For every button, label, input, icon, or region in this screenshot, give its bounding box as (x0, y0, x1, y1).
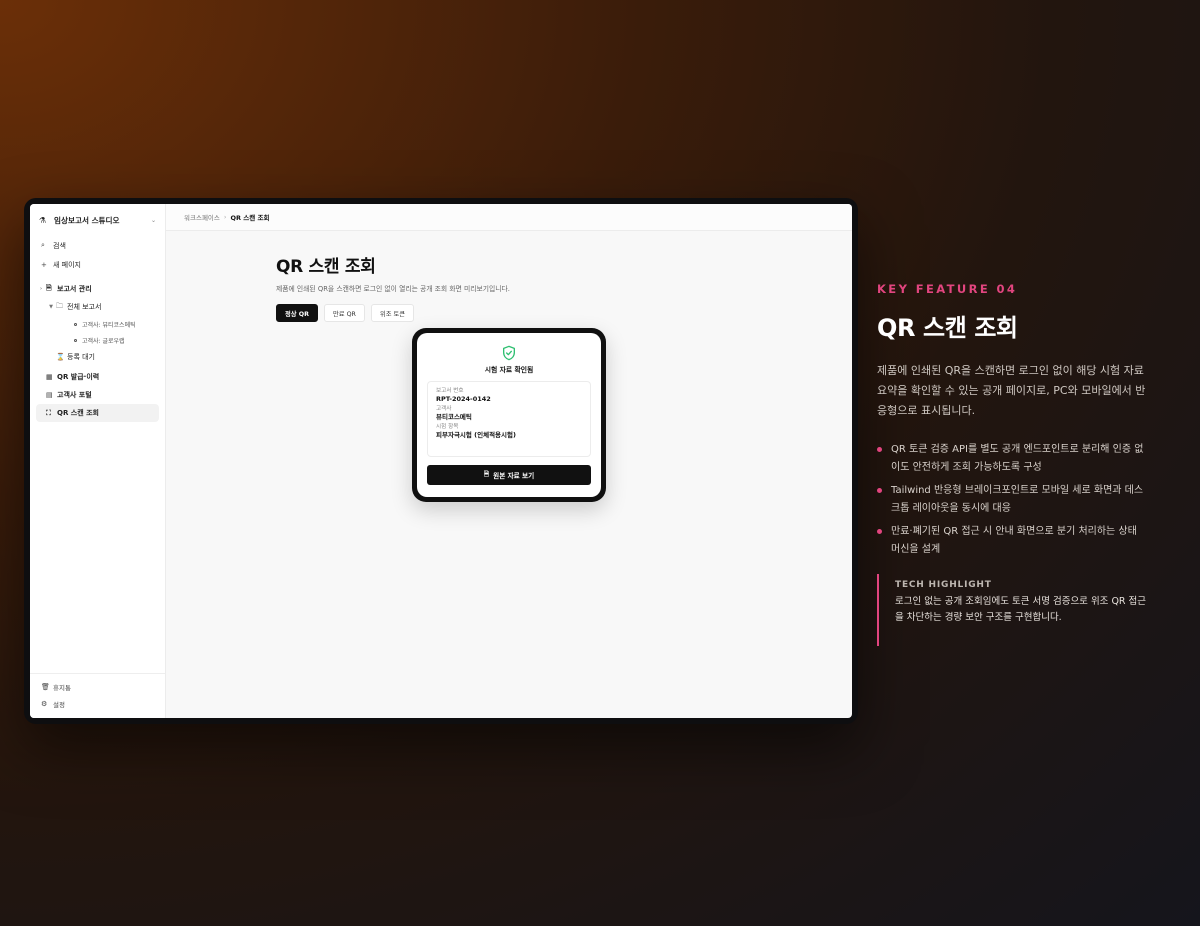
page-description: 제품에 인쇄된 QR을 스캔하면 로그인 없이 열리는 공개 조회 화면 미리보… (276, 285, 510, 293)
list-item: 만료·폐기된 QR 접근 시 안내 화면으로 분기 처리하는 상태 머신을 설계 (877, 523, 1147, 559)
sidebar-item-label: 보고서 관리 (57, 285, 92, 293)
chevron-right-icon: › (39, 286, 43, 292)
new-page-nav[interactable]: + 새 페이지 (30, 255, 165, 274)
sidebar-item-label: 설정 (53, 700, 65, 709)
search-label: 검색 (53, 241, 66, 250)
tab-expired-qr[interactable]: 만료 QR (323, 304, 365, 322)
test-item: 피부자극시험 (인체적용시험) (436, 431, 516, 439)
sidebar-item-client-beauty[interactable]: 고객사: 뷰티코스메틱 (36, 316, 159, 332)
verification-card: 시험 자료 확인됨 보고서 번호 RPT-2024-0142 고객사 뷰티코스메… (417, 333, 601, 497)
shield-check-icon (503, 345, 515, 361)
sidebar-item-label: 전체 보고서 (67, 303, 102, 311)
app-screen: ⚗ 임상보고서 스튜디오 ⌄ ⌕ 검색 + 새 페이지 › 🗎 보고서 관리 ▼ (30, 204, 852, 718)
list-item: QR 토큰 검증 API를 별도 공개 엔드포인트로 분리해 인증 없이도 안전… (877, 441, 1147, 477)
feature-panel: KEY FEATURE 04 QR 스캔 조회 제품에 인쇄된 QR을 스캔하면… (877, 282, 1147, 646)
breadcrumb-root[interactable]: 워크스페이스 (184, 212, 220, 222)
breadcrumb: 워크스페이스 › QR 스캔 조회 (166, 204, 852, 231)
feature-kicker: KEY FEATURE 04 (877, 282, 1018, 296)
main-area: 워크스페이스 › QR 스캔 조회 QR 스캔 조회 제품에 인쇄된 QR을 스… (166, 204, 852, 718)
sidebar-item-label: 등록 대기 (67, 353, 95, 361)
sidebar-item-client-portal[interactable]: ▤ 고객사 포털 (36, 386, 159, 404)
feature-title: QR 스캔 조회 (877, 314, 1018, 342)
sidebar-item-label: QR 발급·이력 (57, 373, 100, 381)
highlight-text: 로그인 없는 공개 조회임에도 토큰 서명 검증으로 위조 QR 접근을 차단하… (895, 596, 1147, 623)
trash-icon: 🗑 (41, 682, 50, 691)
sidebar-item-report-mgmt[interactable]: › 🗎 보고서 관리 (36, 280, 159, 298)
scan-icon: ⛶ (46, 408, 51, 417)
scenario-tabs: 정상 QR 만료 QR 위조 토큰 (276, 304, 696, 322)
sidebar-item-client-global[interactable]: 고객사: 글로우랩 (36, 332, 159, 348)
sidebar-item-label: QR 스캔 조회 (57, 409, 99, 417)
qr-grid-icon: ▦ (46, 373, 53, 381)
feature-bullets: QR 토큰 검증 API를 별도 공개 엔드포인트로 분리해 인증 없이도 안전… (877, 441, 1147, 559)
sidebar-item-qr-scan[interactable]: ⛶ QR 스캔 조회 (36, 404, 159, 422)
document-icon: 🗎 (46, 283, 52, 292)
sidebar: ⚗ 임상보고서 스튜디오 ⌄ ⌕ 검색 + 새 페이지 › 🗎 보고서 관리 ▼ (30, 204, 166, 718)
file-icon: 🗎 (483, 469, 490, 478)
plus-icon: + (41, 260, 47, 269)
laptop-frame: ⚗ 임상보고서 스튜디오 ⌄ ⌕ 검색 + 새 페이지 › 🗎 보고서 관리 ▼ (24, 198, 858, 724)
sidebar-item-qr-issue[interactable]: ▦ QR 발급·이력 (36, 368, 159, 386)
sidebar-footer: 🗑 휴지통 ⚙ 설정 (30, 673, 165, 712)
sidebar-item-label: 고객사 포털 (57, 391, 92, 399)
highlight-heading: TECH HIGHLIGHT (895, 580, 992, 590)
sidebar-item-label: 고객사: 뷰티코스메틱 (82, 321, 136, 329)
gear-icon: ⚙ (41, 699, 48, 708)
caret-down-icon: ▼ (49, 304, 53, 310)
page-content: QR 스캔 조회 제품에 인쇄된 QR을 스캔하면 로그인 없이 열리는 공개 … (276, 252, 696, 322)
view-original-button[interactable]: 🗎 원본 자료 보기 (427, 465, 591, 485)
chevron-down-icon: ⌄ (150, 216, 156, 224)
sidebar-item-settings[interactable]: ⚙ 설정 (30, 695, 165, 712)
sidebar-item-label: 고객사: 글로우랩 (82, 337, 125, 345)
page-title: QR 스캔 조회 (276, 257, 376, 277)
feature-description: 제품에 인쇄된 QR을 스캔하면 로그인 없이 해당 시험 자료 요약을 확인할… (877, 364, 1146, 417)
hourglass-icon: ⌛ (56, 353, 65, 361)
building-icon: ▤ (46, 391, 53, 399)
field-label: 보고서 번호 (436, 388, 464, 394)
card-title: 시험 자료 확인됨 (484, 366, 534, 374)
mobile-preview: 시험 자료 확인됨 보고서 번호 RPT-2024-0142 고객사 뷰티코스메… (412, 328, 606, 502)
field-label: 고객사 (436, 406, 452, 412)
folder-icon: 🗀 (56, 301, 63, 310)
report-info-box: 보고서 번호 RPT-2024-0142 고객사 뷰티코스메틱 시험 항목 피부… (427, 381, 591, 457)
sidebar-item-all-reports[interactable]: ▼ 🗀 전체 보고서 (36, 298, 159, 316)
bullet-icon (74, 338, 77, 342)
button-label: 원본 자료 보기 (493, 472, 535, 480)
nav-tree: › 🗎 보고서 관리 ▼ 🗀 전체 보고서 고객사: 뷰티코스메틱 고객사: 글… (30, 280, 165, 422)
search-nav[interactable]: ⌕ 검색 (30, 236, 165, 255)
tab-valid-qr[interactable]: 정상 QR (276, 304, 318, 322)
report-number: RPT-2024-0142 (436, 395, 491, 403)
flask-icon: ⚗ (39, 215, 47, 225)
sidebar-item-pending[interactable]: ⌛ 등록 대기 (36, 348, 159, 366)
list-item: Tailwind 반응형 브레이크포인트로 모바일 세로 화면과 데스크톱 레이… (877, 482, 1147, 518)
breadcrumb-separator: › (223, 213, 227, 221)
sidebar-item-trash[interactable]: 🗑 휴지통 (30, 678, 165, 695)
breadcrumb-current: QR 스캔 조회 (230, 214, 270, 222)
tech-highlight: TECH HIGHLIGHT 로그인 없는 공개 조회임에도 토큰 서명 검증으… (877, 574, 1147, 646)
workspace-switcher[interactable]: ⚗ 임상보고서 스튜디오 ⌄ (30, 204, 165, 236)
bullet-icon (74, 322, 77, 326)
client-name: 뷰티코스메틱 (436, 413, 472, 421)
workspace-name: 임상보고서 스튜디오 (54, 215, 120, 225)
field-label: 시험 항목 (436, 424, 459, 430)
new-page-label: 새 페이지 (53, 260, 81, 269)
search-icon: ⌕ (41, 241, 45, 249)
tab-forged-token[interactable]: 위조 토큰 (370, 304, 415, 322)
sidebar-item-label: 휴지통 (53, 683, 71, 692)
